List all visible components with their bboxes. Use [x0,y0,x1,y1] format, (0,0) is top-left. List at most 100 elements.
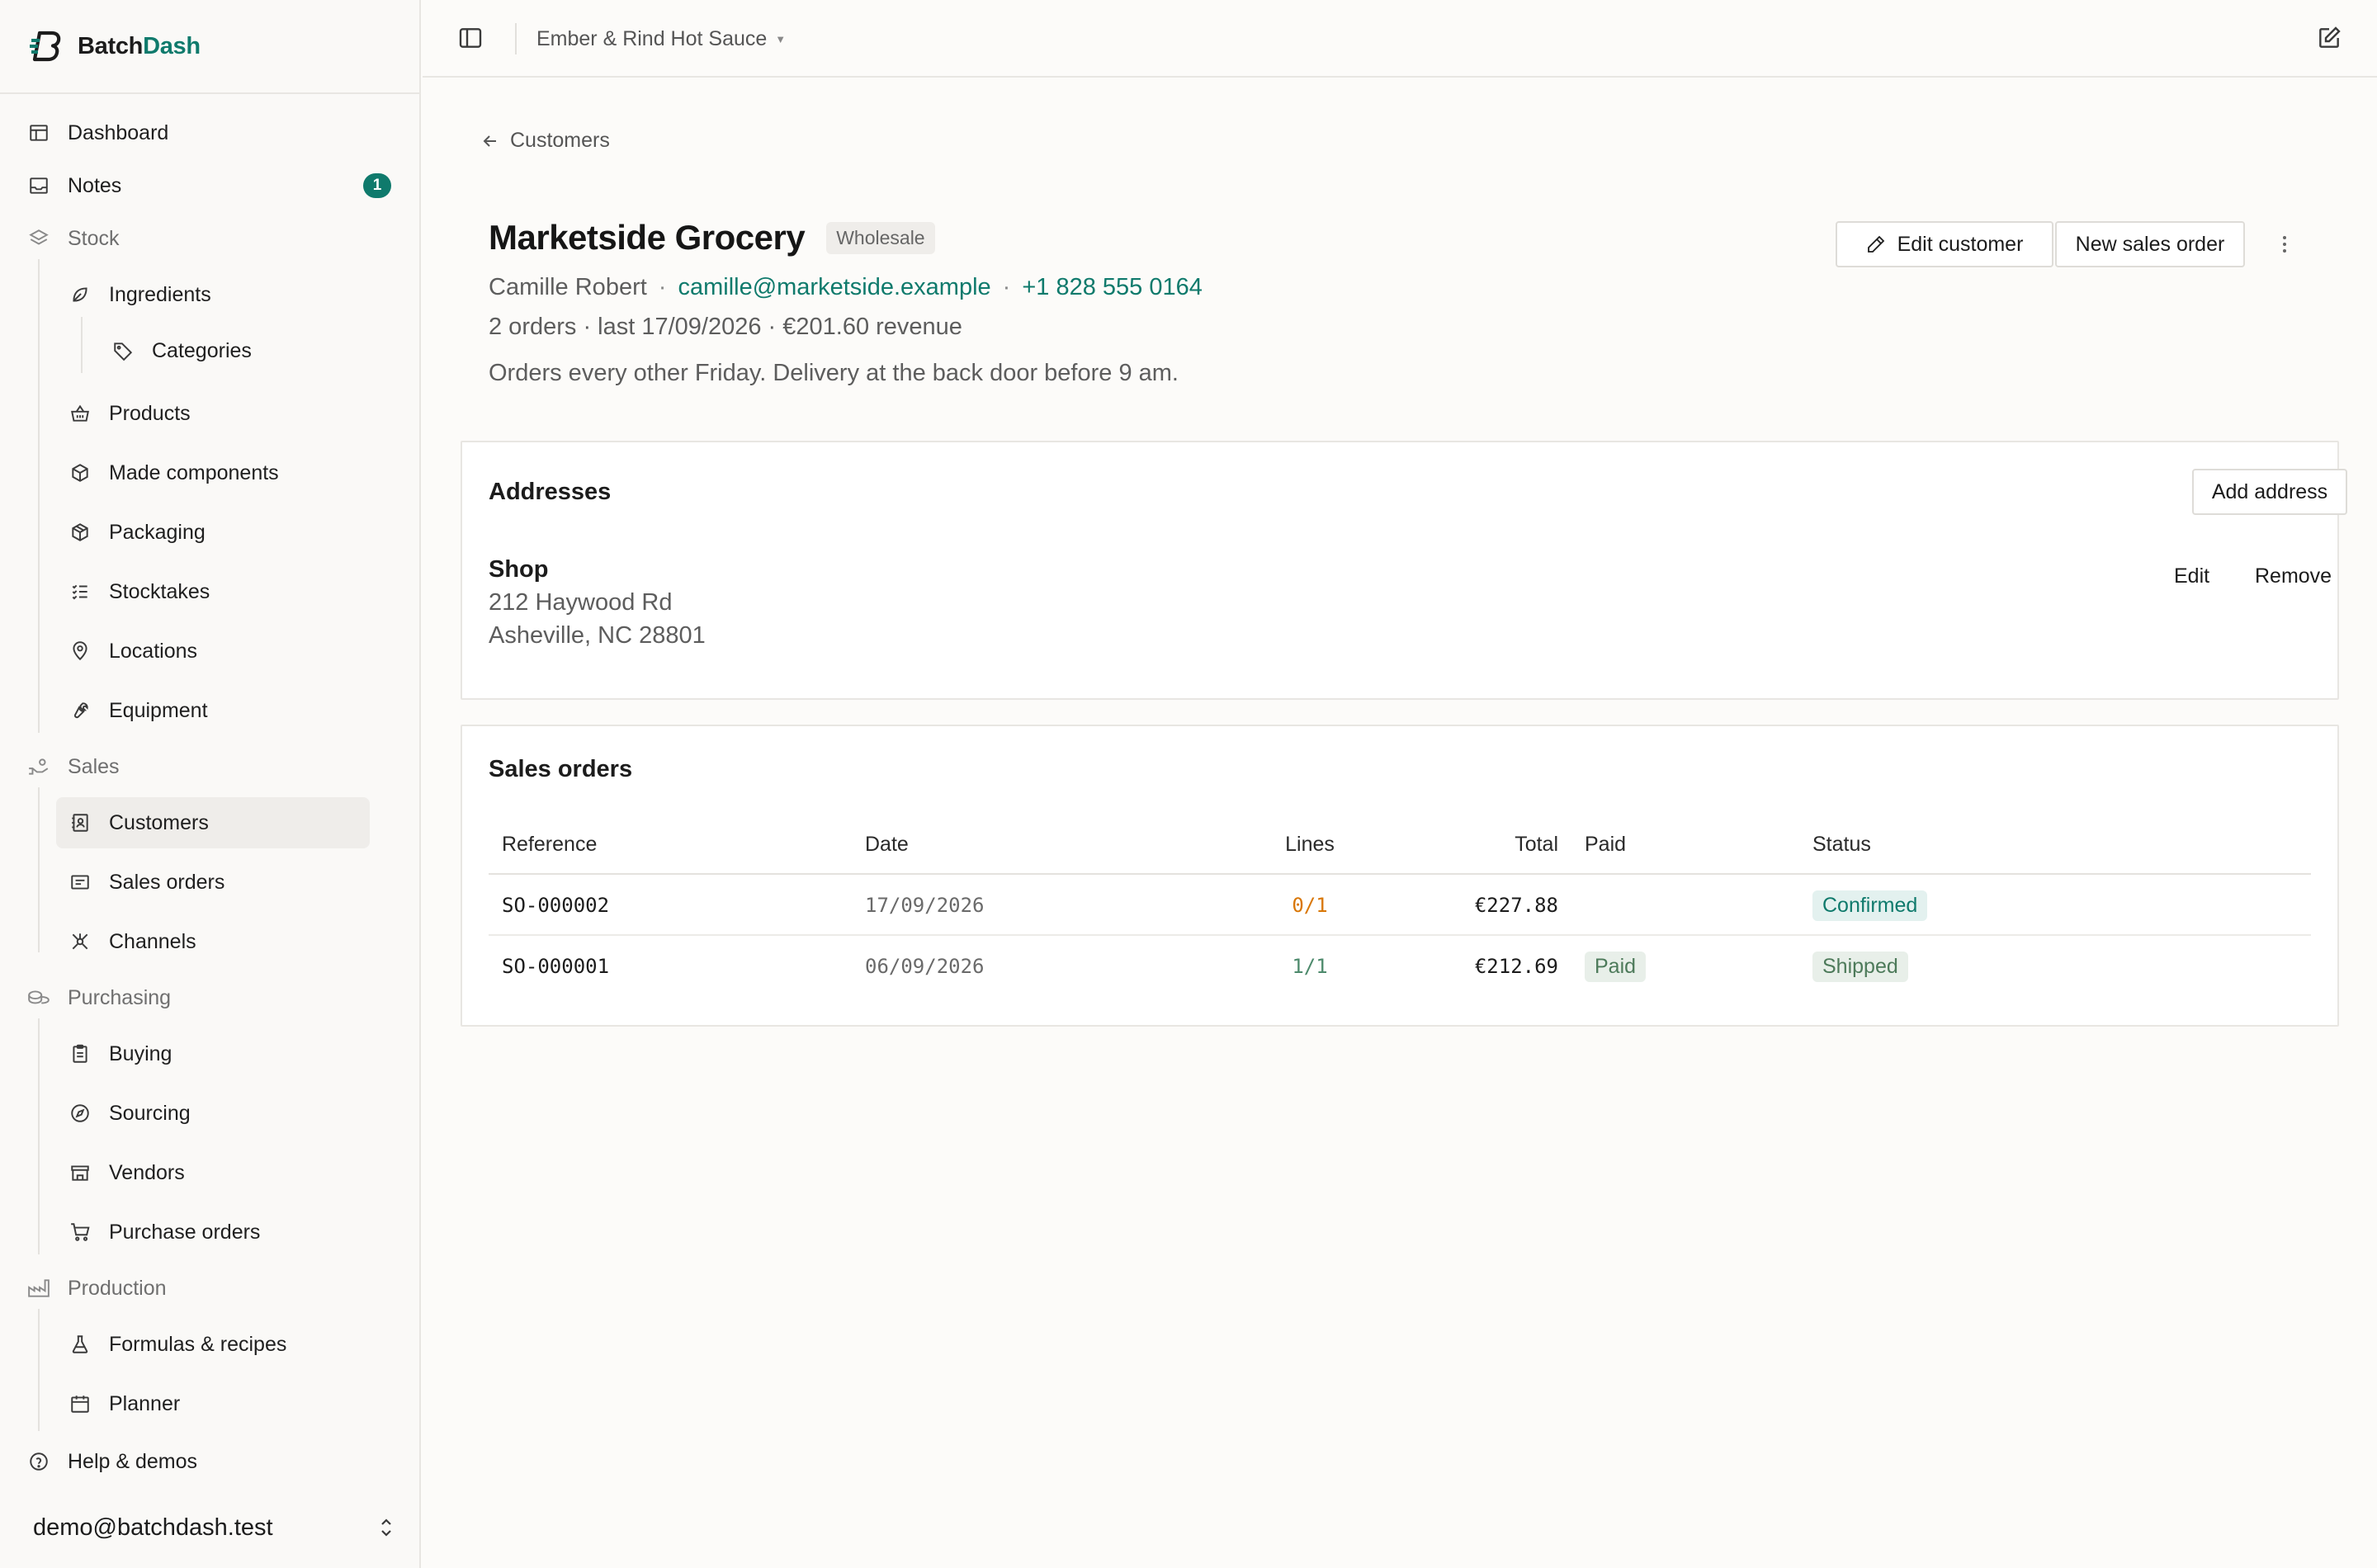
column-header-paid[interactable]: Paid [1585,814,1626,875]
sidebar-group-sales[interactable]: Sales [26,741,398,792]
compose-icon[interactable] [2316,25,2344,53]
sidebar-item-label: Customers [109,810,209,834]
column-header-total[interactable]: Total [1396,814,1558,875]
order-date: 17/09/2026 [865,894,985,917]
brand[interactable]: BatchDash [30,28,201,64]
sidebar-item-locations[interactable]: Locations [68,626,366,677]
sidebar-item-channels[interactable]: Channels [68,916,366,967]
stock-tree-rail [38,259,40,733]
sidebar-item-label: Dashboard [68,120,169,144]
sidebar-item-label: Ingredients [109,282,211,306]
column-header-reference[interactable]: Reference [502,814,597,875]
status-badge: Shipped [1812,951,1908,982]
back-link-label: Customers [510,129,610,152]
sidebar-item-made-components[interactable]: Made components [68,447,366,498]
pencil-icon [1866,234,1886,254]
sidebar-group-purchasing[interactable]: Purchasing [26,972,398,1023]
clipboard-icon [68,1041,92,1066]
sidebar-item-stocktakes[interactable]: Stocktakes [68,566,366,617]
sidebar-item-planner[interactable]: Planner [68,1378,366,1429]
notes-count-badge: 1 [363,173,391,198]
sidebar-item-ingredients[interactable]: Ingredients [68,269,366,320]
sidebar-item-buying[interactable]: Buying [68,1028,366,1079]
workspace-name: Ember & Rind Hot Sauce [536,26,768,50]
account-switcher[interactable]: demo@batchdash.test [33,1502,396,1553]
order-date: 06/09/2026 [865,955,985,978]
sidebar-item-formulas[interactable]: Formulas & recipes [68,1319,366,1370]
order-reference[interactable]: SO-000002 [502,875,609,936]
sidebar-item-products[interactable]: Products [68,388,366,439]
wrench-icon [68,698,92,723]
factory-icon [26,1276,51,1301]
purchasing-tree-rail [38,1018,40,1254]
sidebar-item-dashboard[interactable]: Dashboard [26,107,398,158]
email-link[interactable]: camille@marketside.example [678,274,990,301]
column-header-status[interactable]: Status [1812,814,1871,875]
basket-icon [68,401,92,426]
sidebar-group-label: Stock [68,226,120,250]
sidebar-item-customers[interactable]: Customers [56,797,370,848]
sidebar-item-sales-orders[interactable]: Sales orders [68,857,366,908]
more-actions-icon[interactable] [2268,228,2301,261]
shopping-cart-icon [68,1220,92,1244]
edit-address-button[interactable]: Edit [2174,564,2209,588]
user-email: demo@batchdash.test [33,1514,273,1541]
store-icon [68,1160,92,1185]
sidebar-item-equipment[interactable]: Equipment [68,685,366,736]
box-icon [68,460,92,485]
phone-link[interactable]: +1 828 555 0164 [1022,274,1203,301]
column-header-lines[interactable]: Lines [1273,814,1347,875]
customer-type-badge: Wholesale [826,221,935,254]
tag-icon [111,338,135,363]
inbox-icon [26,173,51,198]
sidebar-item-label: Purchase orders [109,1220,261,1244]
ingredients-tree-rail [81,317,83,373]
addresses-title: Addresses [489,479,612,505]
calendar-icon [68,1391,92,1416]
remove-address-button[interactable]: Remove [2255,564,2332,588]
new-sales-order-button[interactable]: New sales order [2055,221,2245,267]
sidebar-item-vendors[interactable]: Vendors [68,1147,366,1198]
dashboard-icon [26,120,51,145]
customer-note: Orders every other Friday. Delivery at t… [489,360,1179,386]
sidebar-item-sourcing[interactable]: Sourcing [68,1088,366,1139]
edit-customer-label: Edit customer [1897,232,2024,256]
contact-details: Camille Robert · camille@marketside.exam… [489,274,1203,301]
order-total: €212.69 [1474,955,1558,978]
sidebar-group-label: Production [68,1276,167,1300]
sidebar-group-stock[interactable]: Stock [26,213,398,264]
hand-coins-icon [26,754,51,779]
add-address-button[interactable]: Add address [2192,469,2347,515]
order-reference[interactable]: SO-000001 [502,936,609,997]
main-content: Customers Marketside Grocery Wholesale C… [423,79,2377,1568]
separator-dot: · [658,274,667,300]
sidebar-item-packaging[interactable]: Packaging [68,507,366,558]
order-lines: 0/1 [1292,894,1328,917]
sidebar-toggle-icon[interactable] [457,25,485,53]
sidebar-item-categories[interactable]: Categories [111,325,366,376]
compass-icon [68,1101,92,1126]
sidebar-group-label: Sales [68,754,120,778]
sidebar-item-label: Products [109,401,191,425]
addresses-card: Addresses Add address Shop 212 Haywood R… [461,441,2347,700]
workspace-switcher[interactable]: Ember & Rind Hot Sauce ▼ [536,23,786,54]
brand-name: BatchDash [78,32,201,59]
table-row[interactable]: SO-000002 17/09/2026 0/1 €227.88 Confirm… [489,875,2311,936]
sales-tree-rail [38,787,40,952]
order-status: Shipped [1812,936,1908,997]
address-line-1: 212 Haywood Rd [489,589,673,616]
network-icon [68,929,92,954]
sidebar-divider [0,92,419,94]
sidebar-item-help[interactable]: Help & demos [26,1436,398,1487]
edit-customer-button[interactable]: Edit customer [1836,221,2053,267]
sales-orders-table: Reference Date Lines Total Paid Status S… [489,814,2311,997]
sidebar-item-notes[interactable]: Notes 1 [26,160,398,211]
contact-name: Camille Robert [489,274,647,300]
order-status: Confirmed [1812,875,1928,936]
sidebar-group-production[interactable]: Production [26,1263,398,1314]
page-title: Marketside Grocery [489,218,806,257]
back-to-customers-link[interactable]: Customers [480,129,610,153]
sidebar-item-purchase-orders[interactable]: Purchase orders [68,1207,366,1258]
column-header-date[interactable]: Date [865,814,909,875]
table-row[interactable]: SO-000001 06/09/2026 1/1 €212.69 Paid Sh… [489,936,2311,997]
